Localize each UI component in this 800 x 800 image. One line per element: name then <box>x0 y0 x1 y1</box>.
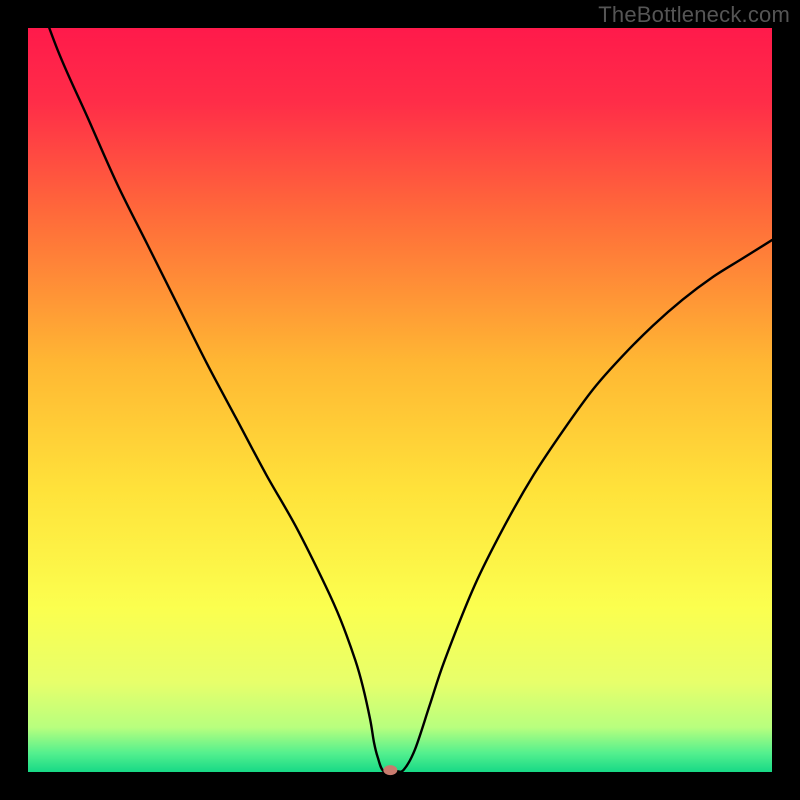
chart-frame: TheBottleneck.com <box>0 0 800 800</box>
optimal-point-marker <box>383 765 397 775</box>
bottleneck-chart <box>0 0 800 800</box>
gradient-background <box>28 28 772 772</box>
